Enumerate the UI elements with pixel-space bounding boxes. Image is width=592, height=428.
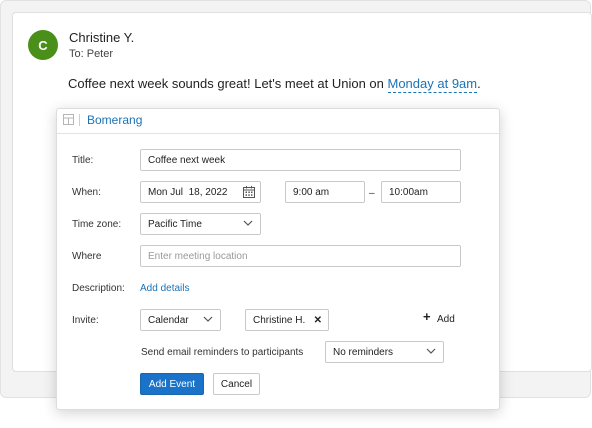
avatar-initial: C: [38, 37, 48, 53]
chevron-down-icon: [243, 220, 253, 226]
event-popup: Bomerang Title: Coffee next week When: M…: [56, 108, 500, 410]
invite-label: Invite:: [72, 315, 99, 326]
title-input[interactable]: Coffee next week: [140, 149, 461, 171]
add-event-button[interactable]: Add Event: [140, 373, 204, 395]
title-label: Title:: [72, 155, 94, 166]
invite-source-select[interactable]: Calendar: [140, 309, 221, 331]
where-input[interactable]: Enter meeting location: [140, 245, 461, 267]
sender-name: Christine Y.: [69, 30, 135, 45]
recipient-line: To: Peter: [69, 48, 114, 60]
chevron-down-icon: [426, 348, 436, 354]
time-separator: –: [369, 188, 375, 199]
title-value: Coffee next week: [148, 154, 226, 166]
reminder-label: Send email reminders to participants: [141, 347, 304, 358]
close-icon[interactable]: ✕: [314, 315, 322, 326]
date-input[interactable]: Mon Jul 18, 2022: [140, 181, 261, 203]
when-label: When:: [72, 187, 101, 198]
email-message: Coffee next week sounds great! Let's mee…: [68, 76, 481, 93]
timezone-value: Pacific Time: [148, 218, 202, 230]
add-details-link[interactable]: Add details: [140, 283, 189, 294]
header-divider: [79, 114, 80, 126]
calendar-grid-icon: [63, 114, 74, 125]
date-value: Mon Jul 18, 2022: [148, 186, 228, 198]
description-label: Description:: [72, 283, 125, 294]
invitee-name: Christine H.: [253, 314, 306, 326]
where-label: Where: [72, 251, 102, 262]
timezone-select[interactable]: Pacific Time: [140, 213, 261, 235]
message-text: Coffee next week sounds great! Let's mee…: [68, 76, 388, 91]
end-time-value: 10:00am: [389, 186, 428, 198]
calendar-icon[interactable]: [242, 185, 256, 199]
invite-source-value: Calendar: [148, 314, 189, 326]
add-invitee-button[interactable]: Add: [437, 314, 455, 325]
where-placeholder: Enter meeting location: [148, 250, 248, 262]
start-time-input[interactable]: 9:00 am: [285, 181, 365, 203]
reminder-select[interactable]: No reminders: [325, 341, 444, 363]
cancel-button[interactable]: Cancel: [213, 373, 260, 395]
end-time-input[interactable]: 10:00am: [381, 181, 461, 203]
plus-icon[interactable]: +: [423, 310, 431, 323]
timezone-label: Time zone:: [72, 219, 122, 230]
invitee-chip: Christine H. ✕: [245, 309, 329, 331]
popup-title: Bomerang: [87, 113, 143, 127]
reminder-value: No reminders: [333, 346, 394, 358]
avatar: C: [28, 30, 58, 60]
message-suffix: .: [477, 76, 481, 91]
start-time-value: 9:00 am: [293, 186, 330, 198]
date-time-link[interactable]: Monday at 9am: [387, 76, 478, 93]
popup-header: Bomerang: [57, 109, 499, 134]
chevron-down-icon: [203, 316, 213, 322]
